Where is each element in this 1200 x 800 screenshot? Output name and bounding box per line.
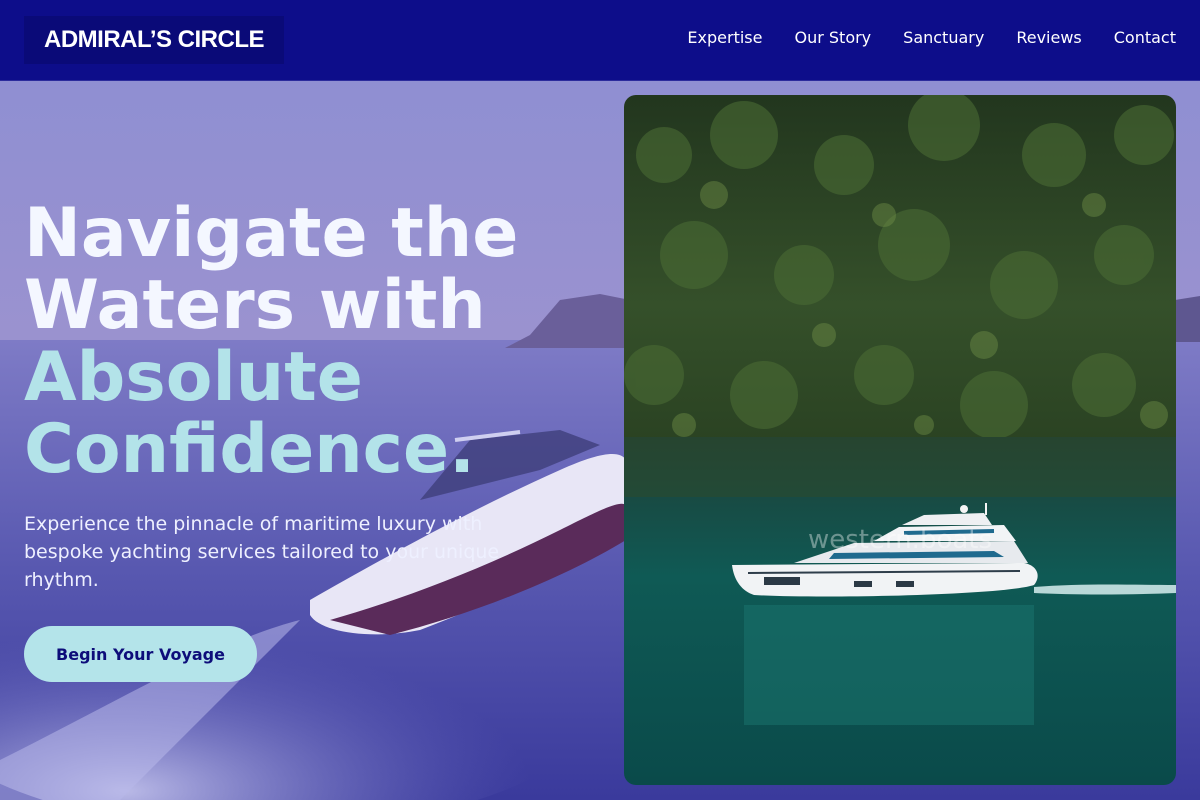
- photo-watermark: western.boats: [807, 525, 993, 555]
- headline-line-3: Absolute: [24, 338, 363, 417]
- headline-line-1: Navigate the: [24, 194, 519, 273]
- nav-link-our-story[interactable]: Our Story: [794, 28, 871, 47]
- logo[interactable]: ADMIRAL’S CIRCLE: [24, 16, 284, 64]
- logo-text: ADMIRAL’S CIRCLE: [44, 26, 265, 53]
- nav-link-contact[interactable]: Contact: [1114, 28, 1176, 47]
- site-header: ADMIRAL’S CIRCLE Expertise Our Story San…: [0, 0, 1200, 81]
- yacht-photo: [624, 95, 1176, 785]
- begin-voyage-button[interactable]: Begin Your Voyage: [24, 626, 257, 682]
- yacht-photo-card: western.boats: [624, 95, 1176, 785]
- hero-subcopy: Experience the pinnacle of maritime luxu…: [24, 513, 500, 591]
- headline-line-2: Waters with: [24, 266, 486, 345]
- nav-link-sanctuary[interactable]: Sanctuary: [903, 28, 984, 47]
- hero-headline: Navigate the Waters with Absolute Confid…: [24, 198, 614, 486]
- main-nav: Expertise Our Story Sanctuary Reviews Co…: [687, 28, 1176, 47]
- headline-line-4: Confidence.: [24, 410, 475, 489]
- nav-link-reviews[interactable]: Reviews: [1016, 28, 1081, 47]
- nav-link-expertise[interactable]: Expertise: [687, 28, 762, 47]
